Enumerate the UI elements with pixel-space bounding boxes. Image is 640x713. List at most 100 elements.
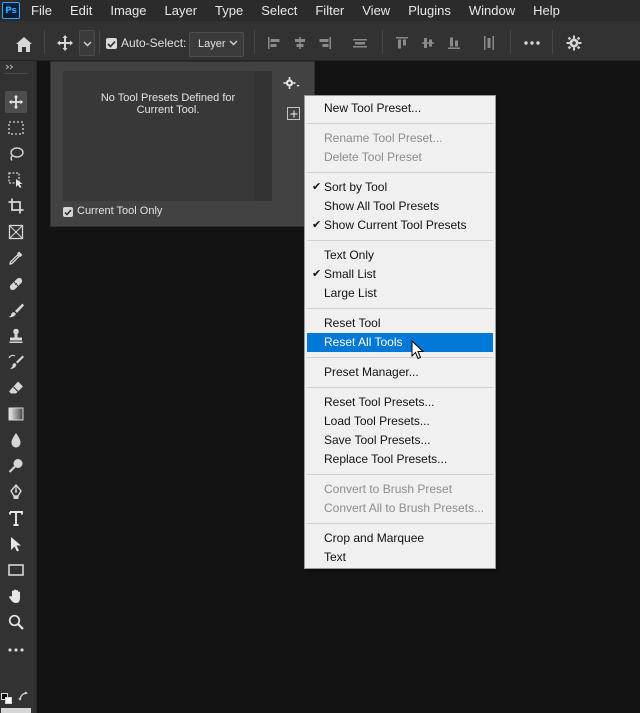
menu-item-label: Sort by Tool [324,180,388,194]
menu-edit[interactable]: Edit [70,3,92,18]
align-vertical-centers-icon[interactable] [418,33,438,53]
menu-item-load-tool-presets[interactable]: Load Tool Presets... [307,412,493,431]
dodge-tool-icon[interactable] [5,455,27,477]
eraser-tool-icon[interactable] [5,377,27,399]
menu-item-replace-tool-presets[interactable]: Replace Tool Presets... [307,450,493,469]
brush-tool-icon[interactable] [5,299,27,321]
settings-gear-icon[interactable] [564,33,584,53]
rectangular-marquee-tool-icon[interactable] [5,117,27,139]
rectangle-tool-icon[interactable] [5,559,27,581]
move-tool-preset-icon[interactable] [54,32,76,54]
gradient-tool-icon[interactable] [5,403,27,425]
chevron-down-icon [229,40,238,46]
menu-item-label: Show All Tool Presets [324,199,440,213]
menu-item-crop-and-marquee[interactable]: Crop and Marquee [307,529,493,548]
menu-window[interactable]: Window [469,3,515,18]
menu-plugins[interactable]: Plugins [408,3,451,18]
menu-item-label: Small List [324,267,377,281]
menu-bar: Ps File Edit Image Layer Type Select Fil… [0,0,640,21]
menu-item-label: Reset All Tools [324,335,403,349]
align-bottom-edges-icon[interactable] [444,33,464,53]
menu-item-reset-tool[interactable]: Reset Tool [307,314,493,333]
home-icon[interactable] [12,33,36,55]
menu-divider [307,474,493,475]
align-top-edges-icon[interactable] [392,33,412,53]
distribute-vertical-icon[interactable] [349,33,371,53]
menu-item-save-tool-presets[interactable]: Save Tool Presets... [307,431,493,450]
menu-item-reset-all-tools[interactable]: Reset All Tools [307,333,493,352]
menu-item-text[interactable]: Text [307,548,493,567]
menu-divider [307,172,493,173]
history-brush-tool-icon[interactable] [5,351,27,373]
menu-item-large-list[interactable]: Large List [307,284,493,303]
pen-tool-icon[interactable] [5,481,27,503]
menu-view[interactable]: View [362,3,390,18]
tool-preset-list[interactable]: No Tool Presets Defined for Current Tool… [63,71,255,201]
auto-select-target-dropdown[interactable]: Layer [189,32,244,57]
align-right-edges-icon[interactable] [315,33,335,53]
menu-item-show-all-tool-presets[interactable]: Show All Tool Presets [307,197,493,216]
type-tool-icon[interactable] [5,507,27,529]
foreground-background-color-swatch[interactable] [1,708,31,713]
menu-item-preset-manager[interactable]: Preset Manager... [307,363,493,382]
align-horizontal-centers-icon[interactable] [290,33,310,53]
object-selection-tool-icon[interactable] [5,169,27,191]
hand-tool-icon[interactable] [5,585,27,607]
menu-item-text-only[interactable]: Text Only [307,246,493,265]
clone-stamp-tool-icon[interactable] [5,325,27,347]
menu-item-small-list[interactable]: ✔ Small List [307,265,493,284]
menu-item-label: Text [324,550,347,564]
divider [254,30,255,54]
menu-layer[interactable]: Layer [165,3,198,18]
checkmark-icon [107,40,116,48]
default-colors-icon[interactable] [1,693,13,705]
zoom-tool-icon[interactable] [5,611,27,633]
photoshop-logo[interactable]: Ps [2,2,20,19]
divider [552,30,553,54]
menu-item-label: Save Tool Presets... [324,433,431,447]
swap-colors-icon[interactable] [18,691,32,705]
gear-icon [283,77,300,89]
more-options-icon[interactable] [521,34,543,52]
frame-tool-icon[interactable] [5,221,27,243]
menu-file[interactable]: File [31,3,52,18]
edit-toolbar-icon[interactable] [5,639,27,661]
auto-select-checkbox[interactable] [106,38,117,49]
collapse-panel-icon[interactable] [3,63,17,71]
menu-item-label: Reset Tool [324,316,381,330]
menu-image[interactable]: Image [110,3,146,18]
path-selection-tool-icon[interactable] [5,533,27,555]
current-tool-only-checkbox[interactable] [63,207,73,217]
menu-item-label: Preset Manager... [324,365,419,379]
spot-healing-brush-tool-icon[interactable] [5,273,27,295]
mouse-pointer-icon [411,339,425,363]
menu-divider [307,523,493,524]
menu-select[interactable]: Select [261,3,297,18]
plus-icon [290,110,297,117]
menu-item-label: Reset Tool Presets... [324,395,435,409]
lasso-tool-icon[interactable] [5,143,27,165]
menu-item-label: New Tool Preset... [324,101,422,115]
blur-tool-icon[interactable] [5,429,27,451]
preset-list-scrollbar[interactable] [255,71,272,201]
menu-item-convert-to-brush-preset: Convert to Brush Preset [307,480,493,499]
new-tool-preset-button[interactable] [287,107,300,120]
menu-item-reset-tool-presets[interactable]: Reset Tool Presets... [307,393,493,412]
crop-tool-icon[interactable] [5,195,27,217]
distribute-horizontal-icon[interactable] [478,33,500,53]
menu-help[interactable]: Help [533,3,560,18]
move-tool-icon[interactable] [5,91,27,113]
tool-preset-picker-button[interactable] [79,30,95,56]
menu-item-label: Crop and Marquee [324,531,425,545]
menu-item-new-tool-preset[interactable]: New Tool Preset... [307,99,493,118]
menu-item-sort-by-tool[interactable]: ✔ Sort by Tool [307,178,493,197]
align-left-edges-icon[interactable] [264,33,284,53]
preset-panel-menu-button[interactable] [281,73,303,93]
tool-presets-panel: No Tool Presets Defined for Current Tool… [50,61,315,227]
menu-divider [307,387,493,388]
empty-presets-message: No Tool Presets Defined for Current Tool… [100,92,236,116]
eyedropper-tool-icon[interactable] [5,247,27,269]
menu-filter[interactable]: Filter [315,3,344,18]
menu-item-show-current-tool-presets[interactable]: ✔ Show Current Tool Presets [307,216,493,235]
menu-type[interactable]: Type [215,3,243,18]
